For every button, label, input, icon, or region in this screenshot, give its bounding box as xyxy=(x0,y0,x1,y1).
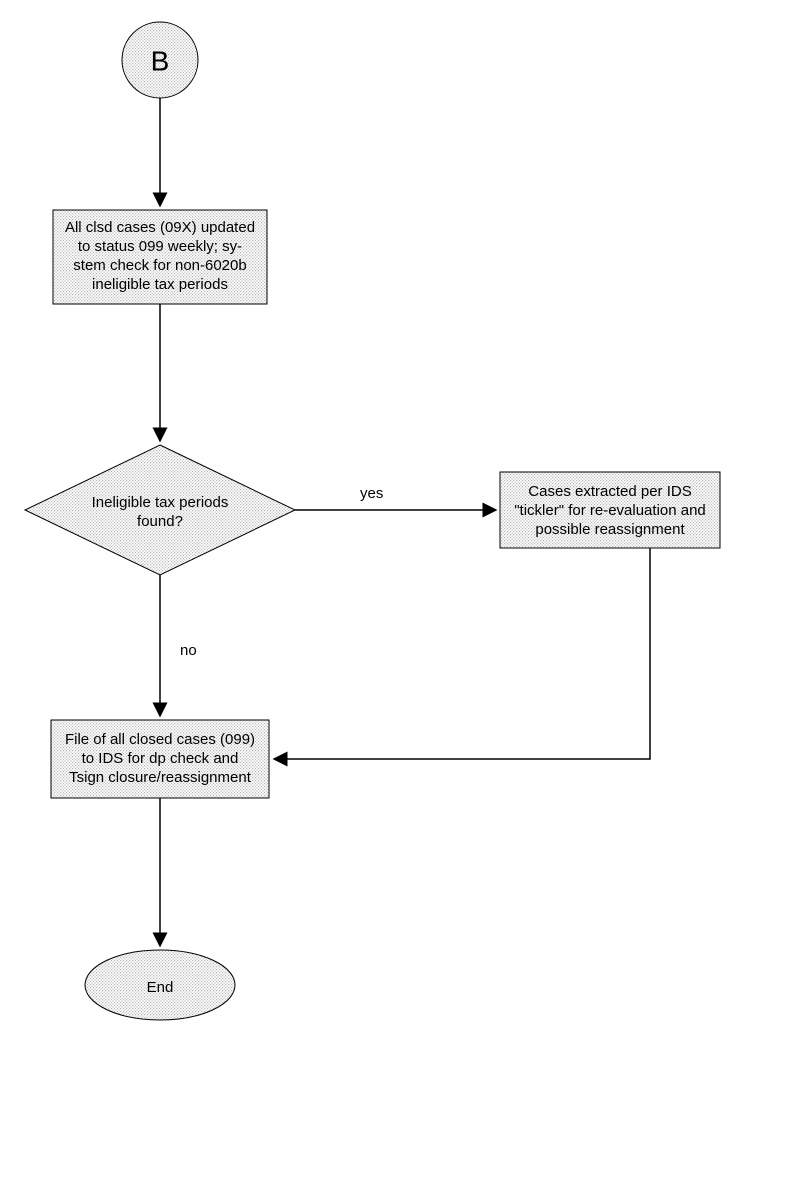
connector-b: B xyxy=(122,22,198,98)
svg-text:Tsign closure/reassignment: Tsign closure/reassignment xyxy=(69,769,252,786)
edge-tickler-to-p2 xyxy=(275,548,650,759)
edge-label-yes: yes xyxy=(360,485,383,502)
svg-text:ineligible tax periods: ineligible tax periods xyxy=(92,276,228,293)
svg-text:File of all closed cases (099): File of all closed cases (099) xyxy=(65,731,255,748)
svg-text:possible reassignment: possible reassignment xyxy=(535,521,685,538)
terminator-end: End xyxy=(85,950,235,1020)
process-update-099: All clsd cases (09X) updated to status 0… xyxy=(53,210,267,304)
svg-text:"tickler" for re-evaluation an: "tickler" for re-evaluation and xyxy=(514,502,706,519)
process-file-to-ids: File of all closed cases (099) to IDS fo… xyxy=(51,720,269,798)
edge-label-no: no xyxy=(180,642,197,659)
svg-text:found?: found? xyxy=(137,513,183,530)
svg-text:to IDS for dp check and: to IDS for dp check and xyxy=(82,750,239,767)
flowchart-canvas: B All clsd cases (09X) updated to status… xyxy=(0,0,803,1181)
svg-text:stem check for non-6020b: stem check for non-6020b xyxy=(73,257,246,274)
decision-ineligible-found: Ineligible tax periods found? xyxy=(25,445,295,575)
terminator-label: End xyxy=(147,979,174,996)
svg-text:All clsd cases (09X) updated: All clsd cases (09X) updated xyxy=(65,219,255,236)
svg-text:to status 099 weekly; sy-: to status 099 weekly; sy- xyxy=(78,238,242,255)
process-tickler: Cases extracted per IDS "tickler" for re… xyxy=(500,472,720,548)
svg-text:Cases extracted per IDS: Cases extracted per IDS xyxy=(528,483,691,500)
svg-text:Ineligible tax periods: Ineligible tax periods xyxy=(92,494,229,511)
connector-label: B xyxy=(151,45,170,76)
